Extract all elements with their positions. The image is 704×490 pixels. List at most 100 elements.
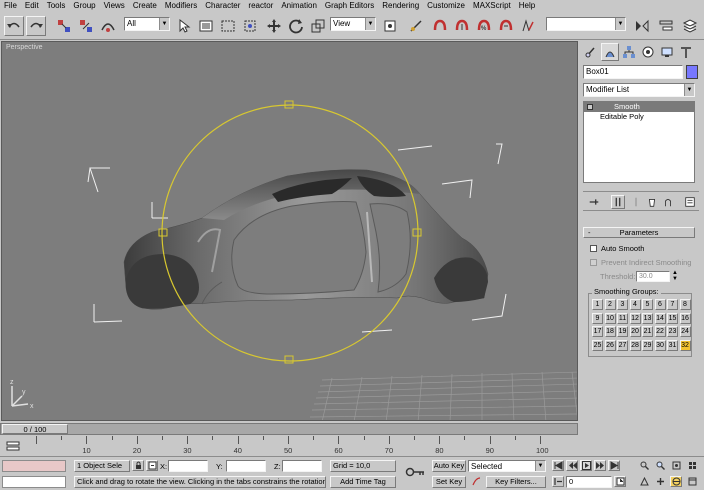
rotate-icon[interactable] — [286, 16, 306, 36]
zoom-icon[interactable] — [638, 460, 650, 471]
undo-icon[interactable] — [4, 16, 24, 36]
next-frame-icon[interactable] — [594, 460, 606, 471]
track-bar[interactable]: 10 20 30 40 50 60 70 80 90 100 — [0, 436, 578, 456]
spinner-snap-icon[interactable] — [496, 16, 516, 36]
smoothing-group-29-button[interactable]: 29 — [642, 339, 653, 351]
create-tab-icon[interactable] — [582, 43, 600, 61]
smoothing-group-31-button[interactable]: 31 — [667, 339, 678, 351]
field-of-view-icon[interactable] — [638, 476, 650, 487]
set-key-icon[interactable] — [404, 466, 426, 478]
menu-help[interactable]: Help — [515, 0, 539, 12]
menu-tools[interactable]: Tools — [43, 0, 70, 12]
threshold-spinner-icon[interactable]: ▲ ▼ — [672, 270, 678, 282]
viewport-label[interactable]: Perspective — [6, 44, 43, 51]
menu-create[interactable]: Create — [129, 0, 161, 12]
pin-stack-icon[interactable] — [587, 195, 601, 209]
maxscript-mini-field[interactable] — [2, 476, 66, 488]
smoothing-group-21-button[interactable]: 21 — [642, 326, 653, 337]
menu-rendering[interactable]: Rendering — [378, 0, 423, 12]
menu-character[interactable]: Character — [201, 0, 244, 12]
time-configuration-icon[interactable] — [614, 476, 626, 487]
smoothing-group-5-button[interactable]: 5 — [642, 299, 653, 310]
mirror-icon[interactable] — [632, 16, 652, 36]
smoothing-group-27-button[interactable]: 27 — [617, 339, 628, 351]
move-icon[interactable] — [264, 16, 284, 36]
key-mode-toggle-icon[interactable] — [552, 476, 564, 487]
zoom-all-icon[interactable] — [654, 460, 666, 471]
menu-customize[interactable]: Customize — [423, 0, 469, 12]
scale-icon[interactable] — [308, 16, 328, 36]
zoom-extents-all-icon[interactable] — [686, 460, 698, 471]
smoothing-group-9-button[interactable]: 9 — [592, 312, 603, 324]
remove-modifier-icon[interactable] — [645, 195, 659, 209]
unlink-selection-icon[interactable] — [76, 16, 96, 36]
smoothing-group-17-button[interactable]: 17 — [592, 326, 603, 337]
smoothing-group-14-button[interactable]: 14 — [654, 312, 666, 324]
edit-named-selection-icon[interactable] — [518, 16, 538, 36]
stack-options-icon[interactable] — [683, 195, 697, 209]
default-in-out-tangent-icon[interactable] — [470, 476, 482, 487]
bind-to-space-warp-icon[interactable] — [98, 16, 118, 36]
smoothing-group-20-button[interactable]: 20 — [629, 326, 641, 337]
modifier-toggle-icon[interactable] — [587, 104, 593, 110]
menu-views[interactable]: Views — [100, 0, 129, 12]
menu-animation[interactable]: Animation — [277, 0, 321, 12]
hierarchy-tab-icon[interactable] — [620, 43, 638, 61]
menu-maxscript[interactable]: MAXScript — [469, 0, 515, 12]
smoothing-group-4-button[interactable]: 4 — [629, 299, 641, 310]
key-filters-button[interactable]: Key Filters... — [486, 476, 546, 488]
smoothing-group-28-button[interactable]: 28 — [629, 339, 641, 351]
arc-rotate-icon[interactable] — [670, 476, 682, 487]
smoothing-group-3-button[interactable]: 3 — [617, 299, 628, 310]
zoom-extents-icon[interactable] — [670, 460, 682, 471]
x-coordinate-field[interactable] — [168, 460, 208, 472]
smoothing-group-24-button[interactable]: 24 — [679, 326, 691, 337]
show-end-result-icon[interactable] — [611, 195, 625, 209]
display-tab-icon[interactable] — [658, 43, 676, 61]
smoothing-group-10-button[interactable]: 10 — [604, 312, 616, 324]
configure-modifier-sets-icon[interactable] — [661, 195, 675, 209]
key-mode-select[interactable]: Selected ▼ — [468, 460, 546, 472]
smoothing-group-16-button[interactable]: 16 — [679, 312, 691, 324]
add-time-tag-button[interactable]: Add Time Tag — [330, 476, 396, 488]
window-crossing-icon[interactable] — [240, 16, 260, 36]
maximize-viewport-icon[interactable] — [686, 476, 698, 487]
motion-tab-icon[interactable] — [639, 43, 657, 61]
select-and-manipulate-icon[interactable] — [406, 16, 426, 36]
selection-filter-select[interactable]: All ▼ — [124, 17, 170, 31]
object-name-field[interactable]: Box01 — [583, 65, 683, 79]
absolute-mode-icon[interactable] — [146, 460, 158, 471]
auto-key-button[interactable]: Auto Key — [432, 460, 466, 472]
stack-item-smooth[interactable]: Smooth — [584, 102, 694, 112]
smoothing-group-18-button[interactable]: 18 — [604, 326, 616, 337]
z-coordinate-field[interactable] — [282, 460, 322, 472]
viewport-canvas[interactable]: x y z — [2, 42, 578, 421]
angle-snap-icon[interactable] — [452, 16, 472, 36]
smoothing-group-32-button[interactable]: 32 — [679, 339, 691, 351]
go-to-end-icon[interactable] — [608, 460, 620, 471]
smoothing-group-2-button[interactable]: 2 — [604, 299, 616, 310]
make-unique-icon[interactable] — [629, 195, 643, 209]
smoothing-group-6-button[interactable]: 6 — [654, 299, 666, 310]
align-icon[interactable] — [656, 16, 676, 36]
smoothing-group-1-button[interactable]: 1 — [592, 299, 603, 310]
selection-lock-icon[interactable] — [132, 460, 144, 471]
smoothing-group-8-button[interactable]: 8 — [679, 299, 691, 310]
time-slider-thumb[interactable]: 0 / 100 — [2, 424, 68, 434]
smoothing-group-19-button[interactable]: 19 — [617, 326, 628, 337]
named-selection-sets-select[interactable]: ▼ — [546, 17, 626, 31]
pivot-center-icon[interactable] — [380, 16, 400, 36]
parameters-rollout-header[interactable]: - Parameters — [583, 227, 695, 238]
modifier-stack[interactable]: Smooth Editable Poly — [583, 101, 695, 183]
auto-smooth-checkbox[interactable] — [590, 245, 597, 252]
select-by-name-icon[interactable] — [196, 16, 216, 36]
snaps-toggle-icon[interactable] — [430, 16, 450, 36]
smoothing-group-7-button[interactable]: 7 — [667, 299, 678, 310]
smoothing-group-23-button[interactable]: 23 — [667, 326, 678, 337]
time-slider[interactable]: 0 / 100 — [0, 423, 578, 435]
y-coordinate-field[interactable] — [226, 460, 266, 472]
smoothing-group-30-button[interactable]: 30 — [654, 339, 666, 351]
smoothing-group-15-button[interactable]: 15 — [667, 312, 678, 324]
menu-edit[interactable]: Edit — [21, 0, 43, 12]
menu-reactor[interactable]: reactor — [244, 0, 277, 12]
